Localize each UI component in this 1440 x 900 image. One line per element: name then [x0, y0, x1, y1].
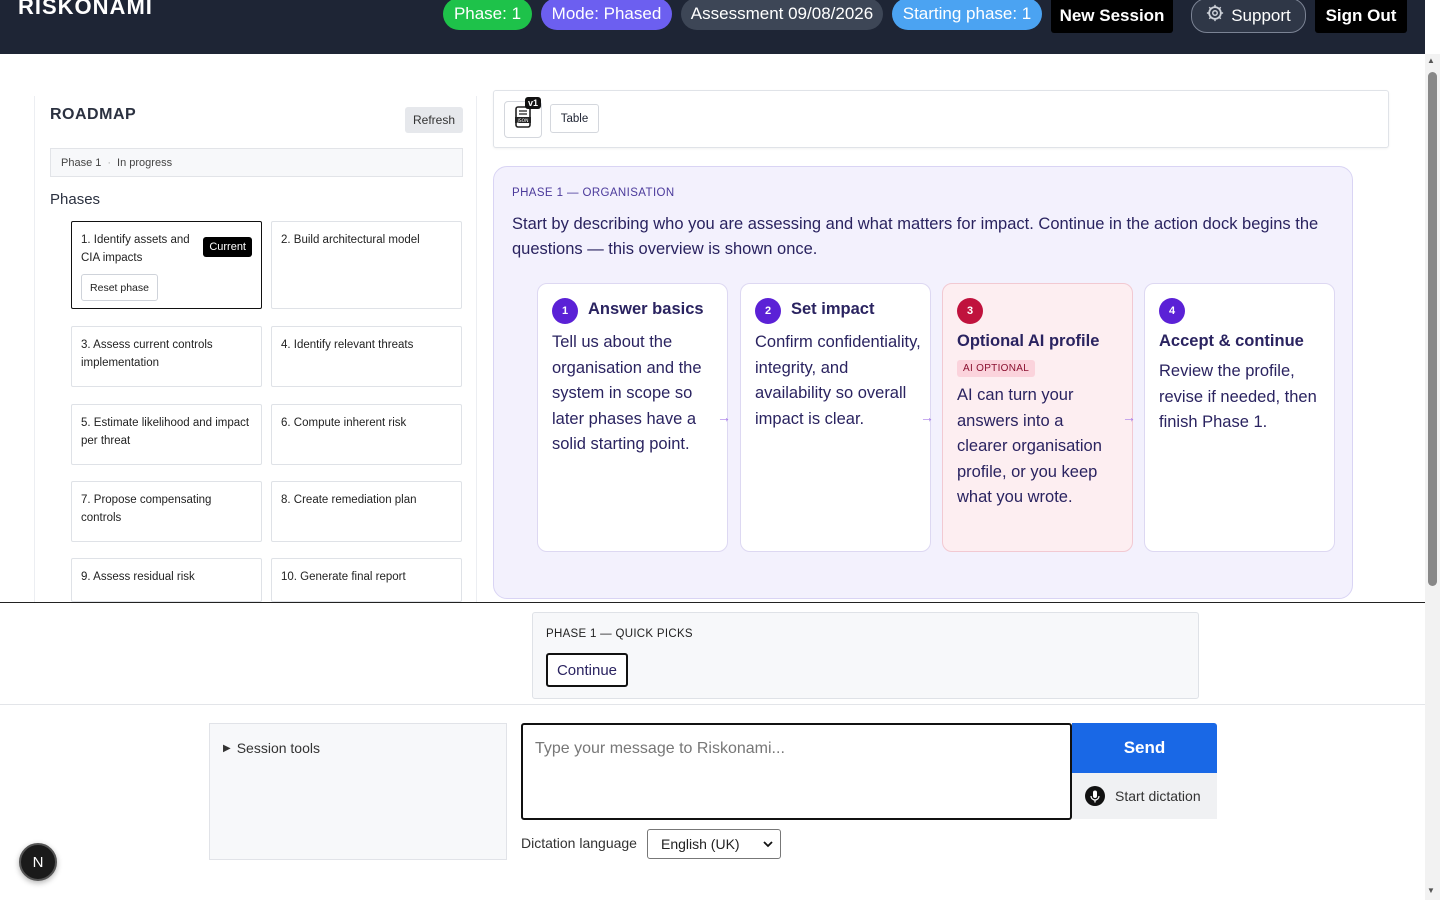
step-title: Accept & continue [1159, 332, 1304, 350]
step-title: Set impact [791, 300, 875, 318]
phase-card-label: 3. Assess current controls implementatio… [81, 339, 213, 369]
phase-overview-panel: PHASE 1 — ORGANISATION Start by describi… [493, 166, 1353, 599]
support-label: Support [1231, 5, 1291, 25]
view-toolbar: JSON v1 Table [493, 90, 1389, 148]
step-body: Confirm confidentiality, integrity, and … [755, 333, 921, 428]
phase-pill: Phase: 1 [443, 0, 532, 30]
disclosure-triangle-icon: ▶ [223, 742, 231, 754]
phase-card-10[interactable]: 10. Generate final report [271, 558, 462, 602]
brand-logo: RISKONAMI [18, 0, 153, 19]
continue-button[interactable]: Continue [546, 653, 628, 687]
dictation-language-select[interactable]: English (UK) [647, 829, 781, 859]
phase-card-label: 4. Identify relevant threats [281, 339, 414, 351]
step-body: Review the profile, revise if needed, th… [1159, 362, 1317, 431]
phase-intro: Start by describing who you are assessin… [512, 215, 1319, 258]
starting-phase-pill: Starting phase: 1 [892, 0, 1042, 30]
new-session-button[interactable]: New Session [1051, 0, 1173, 33]
roadmap-title: ROADMAP [50, 106, 137, 123]
step-card-3: 3 Optional AI profile AI OPTIONAL AI can… [942, 283, 1133, 552]
start-dictation-button[interactable]: Start dictation [1072, 773, 1217, 819]
scroll-up-arrow-icon[interactable]: ▲ [1427, 56, 1435, 65]
step-number: 4 [1159, 298, 1185, 324]
step-card-1: 1 Answer basics Tell us about the organi… [537, 283, 728, 552]
phases-heading: Phases [50, 191, 101, 208]
step-card-4: 4 Accept & continue Review the profile, … [1144, 283, 1335, 552]
phase-card-label: 1. Identify assets and CIA impacts [81, 234, 190, 264]
phase-card-7[interactable]: 7. Propose compensating controls [71, 481, 262, 542]
phase-card-label: 7. Propose compensating controls [81, 494, 212, 524]
ai-optional-tag: AI OPTIONAL [957, 360, 1036, 377]
step-arrow-icon: → [1122, 409, 1136, 425]
status-phase: Phase 1 [61, 156, 102, 169]
svg-text:JSON: JSON [516, 118, 528, 124]
step-card-2: 2 Set impact Confirm confidentiality, in… [740, 283, 931, 552]
phase-card-label: 2. Build architectural model [281, 234, 420, 246]
refresh-button[interactable]: Refresh [405, 107, 463, 133]
step-number: 1 [552, 298, 578, 324]
phase-card-label: 10. Generate final report [281, 571, 406, 583]
step-number: 3 [957, 298, 983, 324]
roadmap-status: Phase 1 · In progress [50, 148, 463, 177]
phase-kicker: PHASE 1 — ORGANISATION [512, 187, 675, 199]
roadmap-panel: ROADMAP Refresh Phase 1 · In progress Ph… [34, 96, 477, 602]
top-header: RISKONAMI Phase: 1 Mode: Phased Assessme… [0, 0, 1425, 54]
phase-card-1[interactable]: 1. Identify assets and CIA impacts Curre… [71, 221, 262, 309]
json-file-icon: JSON [513, 106, 533, 133]
version-badge: v1 [525, 97, 542, 109]
support-gear-icon [1206, 4, 1224, 27]
support-button[interactable]: Support [1191, 0, 1306, 33]
step-body: Tell us about the organisation and the s… [552, 333, 702, 453]
phase-card-label: 6. Compute inherent risk [281, 417, 407, 429]
phase-card-5[interactable]: 5. Estimate likelihood and impact per th… [71, 404, 262, 465]
dock-divider [0, 704, 1425, 705]
next-dev-badge[interactable]: N [19, 843, 57, 881]
chevron-down-icon [762, 837, 774, 854]
current-badge: Current [203, 237, 252, 257]
scroll-down-arrow-icon[interactable]: ▼ [1427, 886, 1435, 895]
reset-phase-button[interactable]: Reset phase [81, 274, 158, 301]
step-title: Answer basics [588, 300, 704, 318]
assessment-pill: Assessment 09/08/2026 [681, 0, 883, 30]
phase-card-label: 5. Estimate likelihood and impact per th… [81, 417, 250, 447]
status-state: In progress [117, 156, 173, 169]
scrollbar-thumb[interactable] [1428, 72, 1437, 586]
mode-pill: Mode: Phased [541, 0, 672, 30]
phase-card-8[interactable]: 8. Create remediation plan [271, 481, 462, 542]
step-body: AI can turn your answers into a clearer … [957, 386, 1102, 506]
quick-picks-panel: PHASE 1 — QUICK PICKS Continue [532, 612, 1199, 699]
action-dock-divider [0, 602, 1425, 603]
phase-card-label: 9. Assess residual risk [81, 571, 195, 583]
phase-card-label: 8. Create remediation plan [281, 494, 417, 506]
session-tools-toggle[interactable]: ▶ Session tools [223, 740, 320, 756]
table-view-button[interactable]: Table [550, 104, 599, 133]
session-tools-panel: ▶ Session tools [209, 723, 507, 860]
step-arrow-icon: → [920, 409, 934, 425]
sign-out-button[interactable]: Sign Out [1315, 0, 1407, 33]
dictation-label: Start dictation [1115, 788, 1201, 804]
phase-card-6[interactable]: 6. Compute inherent risk [271, 404, 462, 465]
quick-picks-title: PHASE 1 — QUICK PICKS [546, 628, 693, 640]
microphone-icon [1085, 786, 1105, 806]
status-separator: · [107, 156, 112, 169]
phase-card-9[interactable]: 9. Assess residual risk [71, 558, 262, 602]
phase-card-3[interactable]: 3. Assess current controls implementatio… [71, 326, 262, 387]
phase-card-4[interactable]: 4. Identify relevant threats [271, 326, 462, 387]
step-number: 2 [755, 298, 781, 324]
send-button[interactable]: Send [1072, 723, 1217, 773]
step-arrow-icon: → [717, 409, 731, 425]
phase-card-2[interactable]: 2. Build architectural model [271, 221, 462, 309]
message-input[interactable]: Type your message to Riskonami... [521, 723, 1072, 820]
step-title: Optional AI profile [957, 332, 1100, 350]
session-tools-label: Session tools [236, 740, 320, 756]
dictation-language-label: Dictation language [521, 835, 637, 851]
dictation-language-value: English (UK) [661, 836, 740, 852]
